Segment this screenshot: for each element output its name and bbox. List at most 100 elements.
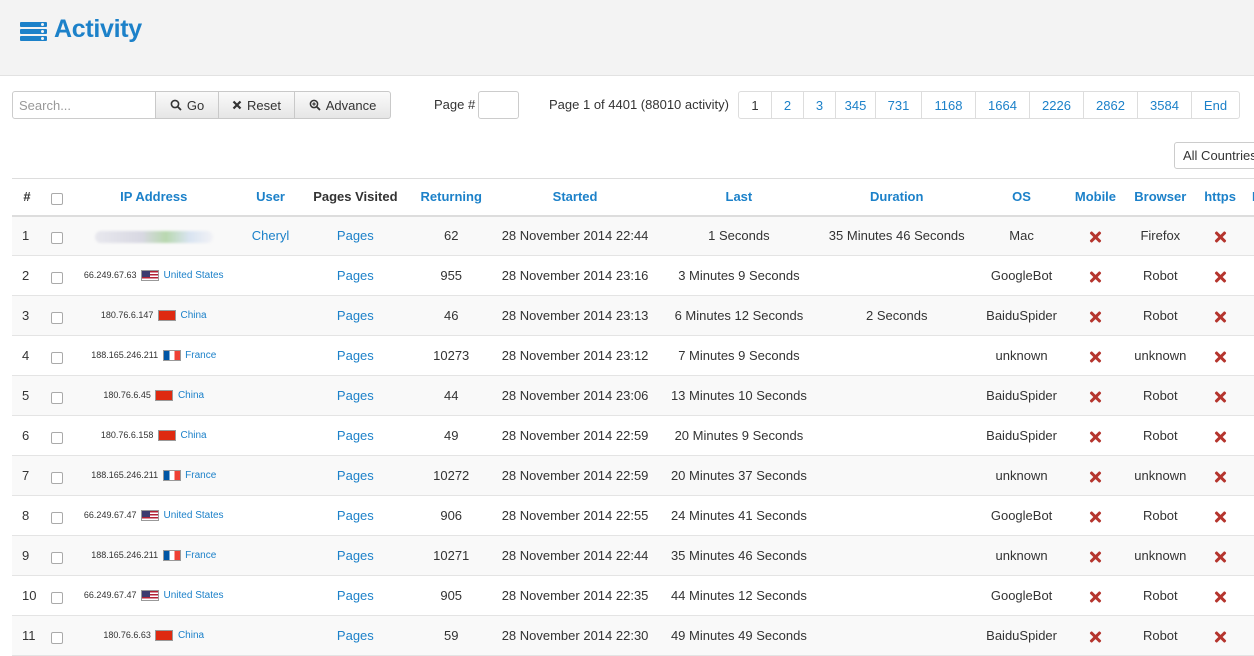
- row-checkbox[interactable]: [50, 271, 63, 284]
- pagination-item[interactable]: 3: [803, 92, 835, 118]
- country-link[interactable]: France: [185, 470, 216, 481]
- os-cell: GoogleBot: [990, 268, 1053, 283]
- r-cell: [1236, 456, 1254, 496]
- duration-cell: 35 Minutes 46 Seconds: [828, 228, 965, 244]
- row-checkbox[interactable]: [50, 551, 63, 564]
- pagination-item[interactable]: 2: [771, 92, 803, 118]
- pagination-item[interactable]: 731: [875, 92, 921, 118]
- row-checkbox[interactable]: [50, 311, 63, 324]
- pages-link[interactable]: Pages: [337, 508, 374, 523]
- pages-link[interactable]: Pages: [337, 388, 374, 403]
- pages-link[interactable]: Pages: [337, 628, 374, 643]
- advance-button[interactable]: Advance: [294, 91, 391, 119]
- col-started[interactable]: Started: [497, 179, 653, 216]
- os-cell: BaiduSpider: [986, 388, 1057, 403]
- pagination-item[interactable]: 1168: [921, 92, 975, 118]
- select-all-checkbox[interactable]: [50, 193, 63, 206]
- col-mobile[interactable]: Mobile: [1074, 179, 1116, 216]
- page-number-input[interactable]: [478, 91, 519, 119]
- col-duration[interactable]: Duration: [825, 179, 969, 216]
- col-https[interactable]: https: [1204, 179, 1236, 216]
- mobile-cell: [1074, 496, 1116, 536]
- row-number: 3: [22, 308, 30, 323]
- row-select-cell: [42, 256, 72, 296]
- country-link[interactable]: China: [180, 310, 206, 321]
- pages-link[interactable]: Pages: [337, 468, 374, 483]
- row-checkbox[interactable]: [50, 471, 63, 484]
- returning-cell: 10273: [433, 348, 470, 363]
- started-cell: 28 November 2014 23:16: [501, 268, 649, 283]
- col-browser[interactable]: Browser: [1116, 179, 1204, 216]
- row-checkbox[interactable]: [50, 351, 63, 364]
- go-button[interactable]: Go: [155, 91, 219, 119]
- pagination-item[interactable]: 1: [739, 92, 771, 118]
- pagination-item[interactable]: 3584: [1137, 92, 1191, 118]
- browser-cell: Robot: [1142, 268, 1178, 283]
- pages-link[interactable]: Pages: [337, 588, 374, 603]
- mobile-cell: [1074, 256, 1116, 296]
- user-link[interactable]: Cheryl: [252, 228, 290, 243]
- table-row: 6 180.76.6.158 China Pages 49 28 Novembe…: [12, 416, 1254, 456]
- pages-link[interactable]: Pages: [337, 228, 374, 243]
- pagination-item[interactable]: 345: [835, 92, 875, 118]
- reset-button[interactable]: Reset: [218, 91, 295, 119]
- pages-link[interactable]: Pages: [337, 308, 374, 323]
- col-returning[interactable]: Returning: [405, 179, 497, 216]
- country-link[interactable]: France: [185, 350, 216, 361]
- r-cell: [1236, 496, 1254, 536]
- col-last[interactable]: Last: [653, 179, 825, 216]
- country-link[interactable]: United States: [164, 270, 224, 281]
- country-link[interactable]: United States: [164, 590, 224, 601]
- pages-link[interactable]: Pages: [337, 348, 374, 363]
- country-link[interactable]: China: [180, 430, 206, 441]
- row-checkbox[interactable]: [50, 631, 63, 644]
- row-checkbox[interactable]: [50, 511, 63, 524]
- os-cell: BaiduSpider: [986, 428, 1057, 443]
- country-link[interactable]: China: [178, 630, 204, 641]
- search-input[interactable]: [12, 91, 156, 119]
- row-checkbox[interactable]: [50, 391, 63, 404]
- duration-cell: [825, 256, 969, 296]
- returning-cell: 906: [440, 508, 463, 523]
- toolbar: Go Reset Advance Page # Page 1 of 4401 (…: [0, 91, 1254, 121]
- https-cell: [1204, 576, 1236, 616]
- last-cell: 3 Minutes 9 Seconds: [678, 268, 800, 283]
- r-cell: [1236, 216, 1254, 256]
- country-link[interactable]: France: [185, 550, 216, 561]
- row-checkbox[interactable]: [50, 431, 63, 444]
- ip-address: 180.76.6.63: [103, 629, 151, 640]
- col-ip-address[interactable]: IP Address: [72, 179, 236, 216]
- cross-icon: [1214, 511, 1226, 523]
- pages-link[interactable]: Pages: [337, 428, 374, 443]
- page-number-label: Page #: [434, 97, 476, 112]
- country-link[interactable]: United States: [164, 510, 224, 521]
- user-cell: Cheryl: [236, 216, 306, 256]
- flag-icon: [155, 630, 174, 642]
- table-row: 8 66.249.67.47 United States Pages 906 2…: [12, 496, 1254, 536]
- pages-link[interactable]: Pages: [337, 268, 374, 283]
- country-link[interactable]: China: [178, 390, 204, 401]
- row-number: 6: [22, 428, 30, 443]
- pages-cell: Pages: [305, 296, 405, 336]
- col-r[interactable]: R: [1236, 179, 1254, 216]
- row-checkbox[interactable]: [50, 232, 63, 245]
- r-cell: [1236, 256, 1254, 296]
- country-filter-select[interactable]: All Countries: [1174, 142, 1254, 169]
- table-row: 2 66.249.67.63 United States Pages 955 2…: [12, 256, 1254, 296]
- returning-cell: 44: [443, 388, 459, 403]
- ip-address: 66.249.67.47: [83, 509, 137, 520]
- col-user[interactable]: User: [236, 179, 306, 216]
- pagination-item[interactable]: 2226: [1029, 92, 1083, 118]
- redacted-ip: [94, 230, 213, 243]
- row-checkbox[interactable]: [50, 591, 63, 604]
- pagination-item[interactable]: End: [1191, 92, 1239, 118]
- pages-cell: Pages: [305, 496, 405, 536]
- https-cell: [1204, 496, 1236, 536]
- flag-icon: [157, 310, 176, 322]
- pagination-item[interactable]: 1664: [975, 92, 1029, 118]
- pagination-item[interactable]: 2862: [1083, 92, 1137, 118]
- pages-link[interactable]: Pages: [337, 548, 374, 563]
- col-os[interactable]: OS: [969, 179, 1075, 216]
- row-number: 1: [22, 228, 30, 244]
- cross-icon: [1214, 351, 1226, 363]
